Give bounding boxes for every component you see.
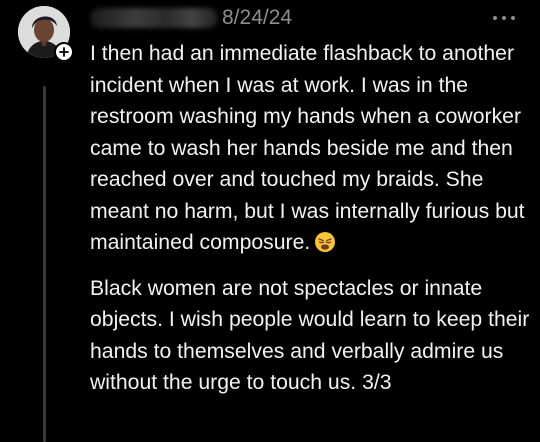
- post-body: I then had an immediate flashback to ano…: [90, 38, 530, 399]
- more-options-button[interactable]: [488, 8, 520, 28]
- weary-face-emoji-icon: [314, 231, 336, 263]
- more-horizontal-icon: [493, 16, 515, 20]
- post-date: 8/24/24: [222, 6, 293, 29]
- avatar-container[interactable]: [18, 6, 74, 62]
- post-paragraph: I then had an immediate flashback to ano…: [90, 38, 530, 263]
- plus-icon: [59, 47, 69, 57]
- post-paragraph-text: I then had an immediate flashback to ano…: [90, 42, 525, 254]
- follow-plus-button[interactable]: [54, 42, 74, 62]
- post-paragraph: Black women are not spectacles or innate…: [90, 276, 530, 395]
- thread-post: 8/24/24 I then had an immediate flashbac…: [0, 0, 540, 442]
- thread-line: [43, 86, 46, 442]
- username-redacted[interactable]: [90, 8, 218, 28]
